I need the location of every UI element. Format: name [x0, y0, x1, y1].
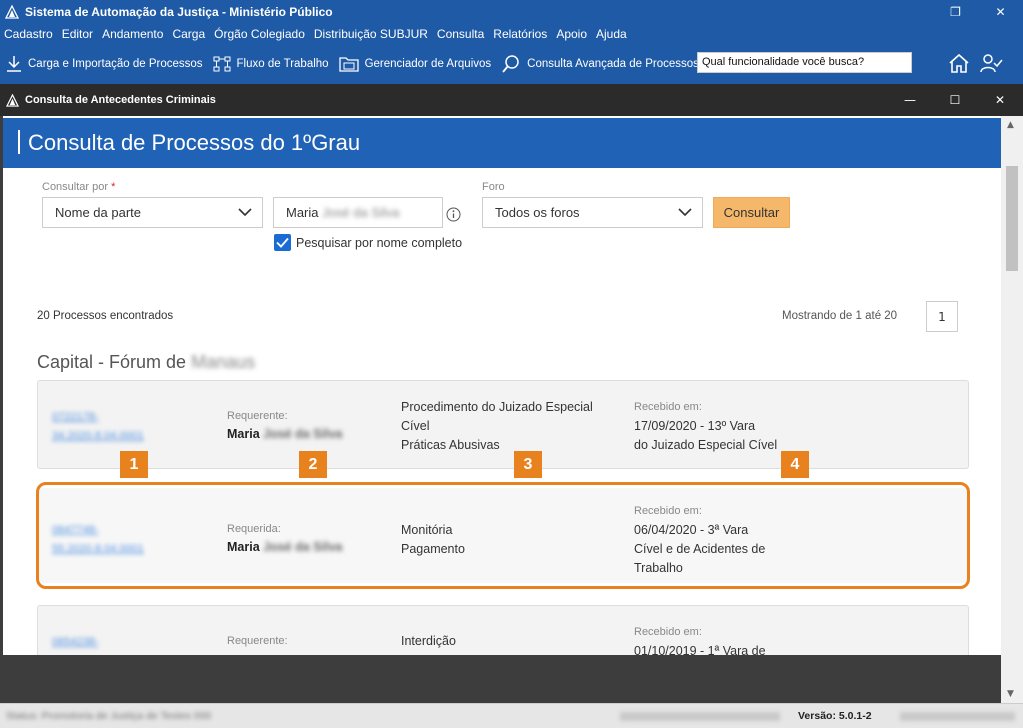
- app-titlebar: Sistema de Automação da Justiça - Minist…: [0, 0, 1023, 24]
- chevron-down-icon: [678, 208, 692, 217]
- name-value: Maria: [286, 205, 319, 220]
- search-icon: [502, 55, 519, 73]
- group-title-blurred: Manaus: [191, 352, 256, 372]
- annotation-badge-3: 3: [514, 451, 542, 478]
- page-title: Consulta de Processos do 1ºGrau: [28, 130, 361, 155]
- close-app-button[interactable]: ✕: [978, 0, 1023, 24]
- process-description: Interdição: [401, 634, 456, 648]
- checkmark-icon: [276, 237, 289, 248]
- received-info: Recebido em: 01/10/2019 - 1ª Vara de: [634, 626, 766, 655]
- menu-relatorios[interactable]: Relatórios: [489, 27, 552, 41]
- group-title: Capital - Fórum de Manaus: [37, 352, 256, 372]
- page-number-button[interactable]: 1: [926, 301, 958, 332]
- menu-consulta[interactable]: Consulta: [433, 27, 489, 41]
- consulta-avancada-button[interactable]: Consulta Avançada de Processos: [501, 54, 699, 74]
- foro-select[interactable]: Todos os foros: [482, 197, 703, 228]
- menu-apoio[interactable]: Apoio: [552, 27, 592, 41]
- inner-window-titlebar: Consulta de Antecedentes Criminais: [0, 84, 1023, 116]
- users-icon[interactable]: [979, 51, 1003, 75]
- pagination-info: Mostrando de 1 até 20: [782, 310, 898, 322]
- page-header: Consulta de Processos do 1ºGrau: [3, 118, 1001, 168]
- annotation-badge-2: 2: [299, 451, 327, 478]
- info-icon[interactable]: [446, 207, 461, 222]
- folder-icon: [338, 57, 359, 72]
- process-description: Procedimento do Juizado Especial Cível P…: [401, 400, 593, 452]
- fluxo-trabalho-label: Fluxo de Trabalho: [236, 58, 329, 70]
- home-icon[interactable]: [947, 51, 971, 75]
- menu-editor[interactable]: Editor: [58, 27, 98, 41]
- bottom-panel: [0, 655, 1001, 703]
- menu-distribuicao-subjur[interactable]: Distribuição SUBJUR: [310, 27, 433, 41]
- full-name-checkbox[interactable]: [274, 234, 291, 251]
- carga-importacao-label: Carga e Importação de Processos: [28, 58, 203, 70]
- vertical-scrollbar[interactable]: ▲ ▼: [1001, 116, 1023, 703]
- party-role: Requerente:: [227, 635, 288, 647]
- consultar-button[interactable]: Consultar: [713, 197, 790, 228]
- carga-importacao-button[interactable]: Carga e Importação de Processos: [6, 55, 203, 73]
- name-input[interactable]: Maria José da Silva: [273, 197, 443, 228]
- foro-label: Foro: [482, 181, 505, 193]
- gerenciador-arquivos-button[interactable]: Gerenciador de Arquivos: [338, 55, 492, 73]
- menu-ajuda[interactable]: Ajuda: [592, 27, 632, 41]
- restore-icon: ❐: [950, 5, 961, 19]
- minimize-icon: —: [904, 93, 916, 107]
- result-count: 20 Processos encontrados: [37, 310, 174, 322]
- full-name-checkbox-label[interactable]: Pesquisar por nome completo: [296, 236, 462, 250]
- app-title: Sistema de Automação da Justiça - Minist…: [25, 5, 333, 19]
- app-logo-icon: [5, 5, 19, 19]
- annotation-badge-1: 1: [120, 451, 148, 478]
- scrollbar-thumb[interactable]: [1006, 166, 1018, 271]
- minimize-window-button[interactable]: —: [887, 84, 933, 116]
- result-card[interactable]: 0722178- 34.2020.8.04.0001 Requerente: M…: [37, 380, 969, 469]
- consulta-avancada-label: Consulta Avançada de Processos: [527, 58, 699, 70]
- status-redacted: [620, 712, 780, 721]
- received-info: Recebido em: 17/09/2020 - 13º Vara do Ju…: [634, 401, 778, 452]
- consultar-por-select[interactable]: Nome da parte: [42, 197, 263, 228]
- foro-value: Todos os foros: [495, 205, 580, 220]
- status-redacted: [900, 712, 1015, 721]
- inner-window-title: Consulta de Antecedentes Criminais: [25, 94, 216, 106]
- menu-cadastro[interactable]: Cadastro: [0, 27, 58, 41]
- functionality-search-input[interactable]: Qual funcionalidade você busca?: [697, 52, 912, 73]
- close-window-icon: ✕: [994, 93, 1006, 107]
- process-number-link[interactable]: 0722178- 34.2020.8.04.0001: [52, 408, 144, 446]
- consultar-por-value: Nome da parte: [55, 205, 141, 220]
- name-value-blurred: José da Silva: [322, 205, 400, 220]
- consultar-por-label: Consultar por *: [42, 181, 116, 193]
- party-info: Requerente:: [227, 635, 288, 647]
- party-info: Requerente: Maria José da Silva: [227, 410, 342, 441]
- main-content: Consulta de Processos do 1ºGrau Consulta…: [3, 116, 1001, 655]
- menu-orgao-colegiado[interactable]: Órgão Colegiado: [210, 27, 310, 41]
- scroll-up-icon[interactable]: ▲: [1007, 120, 1014, 130]
- menu-carga[interactable]: Carga: [168, 27, 210, 41]
- result-card[interactable]: 0654238- Requerente: Interdição Recebido…: [37, 605, 969, 655]
- download-icon: [7, 56, 21, 72]
- restore-window-button[interactable]: ❐: [933, 0, 978, 24]
- workflow-icon: [213, 56, 231, 72]
- chevron-down-icon: [238, 208, 252, 217]
- scroll-down-icon[interactable]: ▼: [1007, 689, 1014, 699]
- header-accent-bar: [18, 130, 20, 154]
- maximize-window-button[interactable]: ☐: [932, 84, 978, 116]
- process-number-link[interactable]: 0654238-: [52, 633, 99, 652]
- menu-andamento[interactable]: Andamento: [98, 27, 168, 41]
- status-bar: Status: Promotoria de Justiça de Testes …: [0, 703, 1023, 728]
- version-text: Versão: 5.0.1-2: [798, 710, 872, 722]
- gerenciador-arquivos-label: Gerenciador de Arquivos: [364, 58, 492, 70]
- close-icon: ✕: [995, 5, 1006, 19]
- menu-bar: Cadastro Editor Andamento Carga Órgão Co…: [0, 24, 1023, 44]
- annotation-badge-4: 4: [781, 451, 809, 478]
- party-role: Requerente:: [227, 410, 288, 422]
- window-logo-icon: [6, 93, 19, 107]
- fluxo-trabalho-button[interactable]: Fluxo de Trabalho: [213, 56, 329, 72]
- highlight-frame: [36, 482, 970, 589]
- party-name: Maria José da Silva: [227, 427, 343, 441]
- close-window-button[interactable]: ✕: [977, 84, 1023, 116]
- maximize-icon: ☐: [949, 93, 961, 107]
- status-text: Status: Promotoria de Justiça de Testes …: [6, 710, 212, 722]
